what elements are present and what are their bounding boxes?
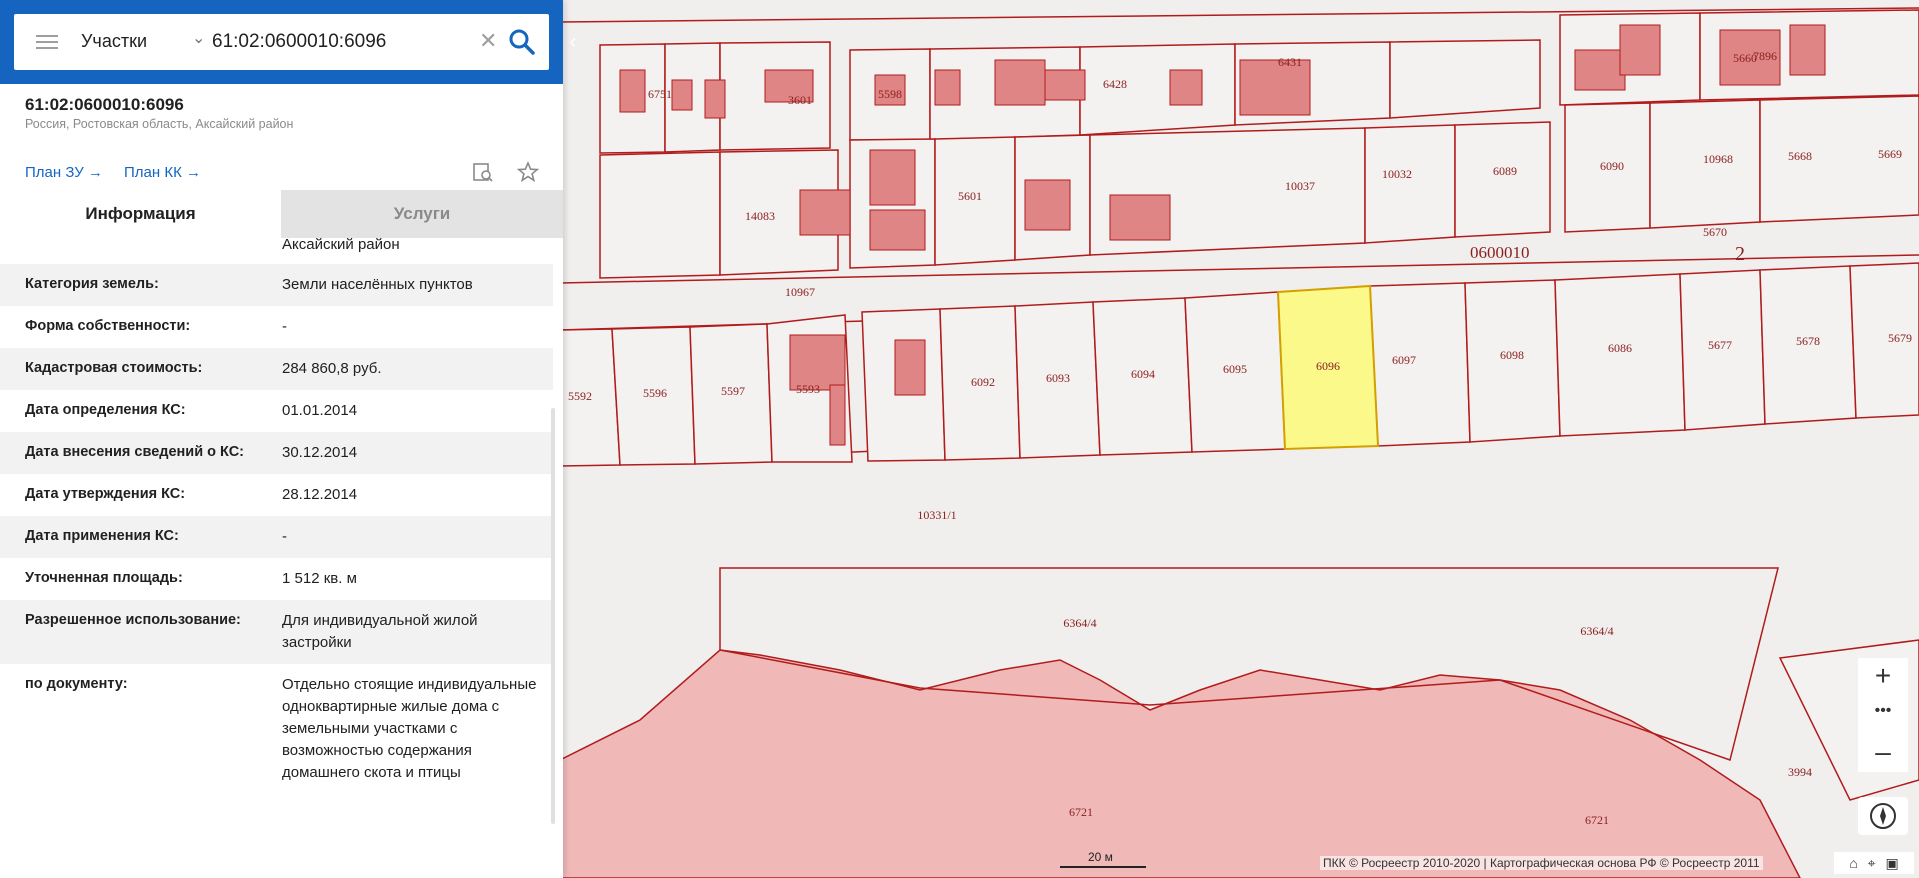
list-item: Категория земель: Земли населённых пункт… — [0, 264, 553, 306]
zoom-out-button[interactable]: – — [1858, 734, 1908, 772]
svg-text:10968: 10968 — [1703, 152, 1733, 166]
svg-text:14083: 14083 — [745, 209, 775, 223]
svg-text:5592: 5592 — [568, 389, 592, 403]
svg-text:5660: 5660 — [1733, 51, 1757, 65]
map-tools: ⌂ ⌖ ▣ — [1834, 852, 1914, 874]
list-item: Дата утверждения КС: 28.12.2014 — [25, 486, 358, 503]
svg-text:6364/4: 6364/4 — [1063, 616, 1096, 630]
svg-text:5679: 5679 — [1888, 331, 1912, 345]
plan-zu-link[interactable]: План ЗУ → — [25, 164, 103, 181]
menu-icon[interactable] — [36, 32, 58, 52]
object-address: Россия, Ростовская область, Аксайский ра… — [25, 117, 294, 131]
svg-text:5670: 5670 — [1703, 225, 1727, 239]
svg-text:5601: 5601 — [958, 189, 982, 203]
svg-text:10331/1: 10331/1 — [917, 508, 956, 522]
tab-info[interactable]: Информация — [0, 190, 281, 238]
svg-text:5593: 5593 — [796, 382, 820, 396]
search-icon[interactable] — [508, 28, 536, 56]
svg-text:6721: 6721 — [1585, 813, 1609, 827]
svg-text:3601: 3601 — [788, 93, 812, 107]
list-item: Дата определения КС: 01.01.2014 — [25, 402, 358, 419]
list-item: по документу: Отдельно стоящие индивидуа… — [25, 676, 537, 781]
svg-text:5669: 5669 — [1878, 147, 1902, 161]
compass-icon — [1870, 803, 1896, 829]
svg-text:6428: 6428 — [1103, 77, 1127, 91]
list-item: Кадастровая стоимость: 284 860,8 руб. — [0, 348, 553, 390]
list-item: Дата применения КС: - — [0, 516, 553, 558]
scrollbar[interactable] — [551, 408, 555, 824]
tab-services[interactable]: Услуги — [281, 190, 563, 238]
svg-text:6431: 6431 — [1278, 55, 1302, 69]
tab-bar: Информация Услуги — [0, 190, 563, 238]
svg-text:6098: 6098 — [1500, 348, 1524, 362]
list-item: Дата внесения сведений о КС: 30.12.2014 — [0, 432, 553, 474]
search-input[interactable] — [212, 29, 472, 55]
print-preview-icon[interactable] — [472, 161, 494, 183]
svg-text:6721: 6721 — [1069, 805, 1093, 819]
locate-icon[interactable]: ⌖ — [1868, 855, 1876, 871]
list-item: Аксайский район — [282, 238, 400, 253]
home-icon[interactable]: ⌂ — [1849, 855, 1857, 871]
svg-text:6751: 6751 — [648, 87, 672, 101]
quarter-suffix: 2 — [1735, 243, 1745, 265]
quarter-label: 0600010 — [1470, 243, 1530, 262]
clear-icon[interactable]: ✕ — [479, 28, 497, 54]
compass-button[interactable] — [1858, 797, 1908, 835]
layers-icon[interactable]: ▣ — [1885, 855, 1898, 871]
svg-text:5668: 5668 — [1788, 149, 1812, 163]
chevron-down-icon[interactable]: ⌄ — [192, 28, 205, 48]
zoom-in-button[interactable]: + — [1858, 658, 1908, 696]
search-type-select[interactable]: Участки — [81, 31, 147, 52]
more-icon[interactable]: ••• — [1858, 696, 1908, 734]
svg-text:10037: 10037 — [1285, 179, 1315, 193]
cadastral-number: 61:02:0600010:6096 — [25, 95, 184, 114]
list-item: Уточненная площадь: 1 512 кв. м — [25, 570, 357, 587]
svg-text:6097: 6097 — [1392, 353, 1416, 367]
svg-text:5596: 5596 — [643, 386, 667, 400]
list-item: Разрешенное использование: Для индивидуа… — [0, 600, 553, 664]
svg-text:5598: 5598 — [878, 87, 902, 101]
plan-kk-link[interactable]: План КК → — [124, 164, 201, 181]
svg-text:6094: 6094 — [1131, 367, 1155, 381]
scale-bar: 20 м — [1060, 850, 1146, 870]
svg-text:6093: 6093 — [1046, 371, 1070, 385]
search-box: Участки ⌄ ✕ — [14, 14, 549, 70]
svg-text:3994: 3994 — [1788, 765, 1812, 779]
search-bar: Участки ⌄ ✕ — [0, 0, 563, 84]
info-panel: Участки ⌄ ✕ ‹ 61:02:0600010:6096 Россия,… — [0, 0, 576, 878]
attributes-list: Аксайский район Категория земель: Земли … — [0, 238, 553, 870]
collapse-panel-icon[interactable]: ‹ — [563, 28, 583, 56]
svg-text:6364/4: 6364/4 — [1580, 624, 1613, 638]
svg-text:6090: 6090 — [1600, 159, 1624, 173]
svg-text:6095: 6095 — [1223, 362, 1247, 376]
favorite-star-icon[interactable] — [517, 161, 539, 183]
svg-text:5678: 5678 — [1796, 334, 1820, 348]
list-item: Форма собственности: - — [25, 318, 287, 335]
svg-text:10967: 10967 — [785, 285, 815, 299]
attribution-text: ПКК © Росреестр 2010-2020 | Картографиче… — [1320, 856, 1763, 870]
svg-text:5597: 5597 — [721, 384, 745, 398]
svg-text:6086: 6086 — [1608, 341, 1632, 355]
svg-text:5677: 5677 — [1708, 338, 1732, 352]
svg-text:10032: 10032 — [1382, 167, 1412, 181]
svg-text:6092: 6092 — [971, 375, 995, 389]
svg-text:6089: 6089 — [1493, 164, 1517, 178]
svg-text:6096: 6096 — [1316, 359, 1340, 373]
